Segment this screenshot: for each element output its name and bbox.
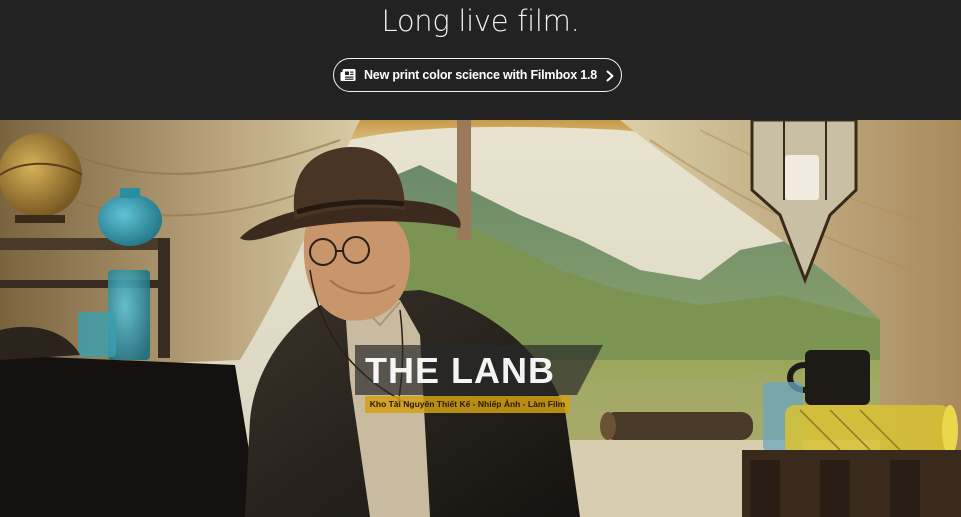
hero-header: Long live film. New print color science …	[0, 0, 961, 120]
page-title: Long live film.	[381, 4, 580, 38]
watermark: THE LANB Kho Tài Nguyên Thiết Kế - Nhiếp…	[355, 345, 605, 415]
watermark-tagline: Kho Tài Nguyên Thiết Kế - Nhiếp Ảnh - Là…	[365, 396, 570, 413]
announcement-link[interactable]: New print color science with Filmbox 1.8	[333, 58, 622, 92]
page: Long live film. New print color science …	[0, 0, 961, 517]
chevron-right-icon	[605, 69, 615, 82]
film-still-illustration	[0, 120, 961, 517]
hero-film-still: THE LANB Kho Tài Nguyên Thiết Kế - Nhiếp…	[0, 120, 961, 517]
newspaper-icon	[340, 68, 356, 82]
announcement-label: New print color science with Filmbox 1.8	[363, 68, 598, 82]
svg-text:THE LANB: THE LANB	[365, 350, 555, 391]
watermark-logo-icon: THE LANB	[355, 345, 603, 395]
